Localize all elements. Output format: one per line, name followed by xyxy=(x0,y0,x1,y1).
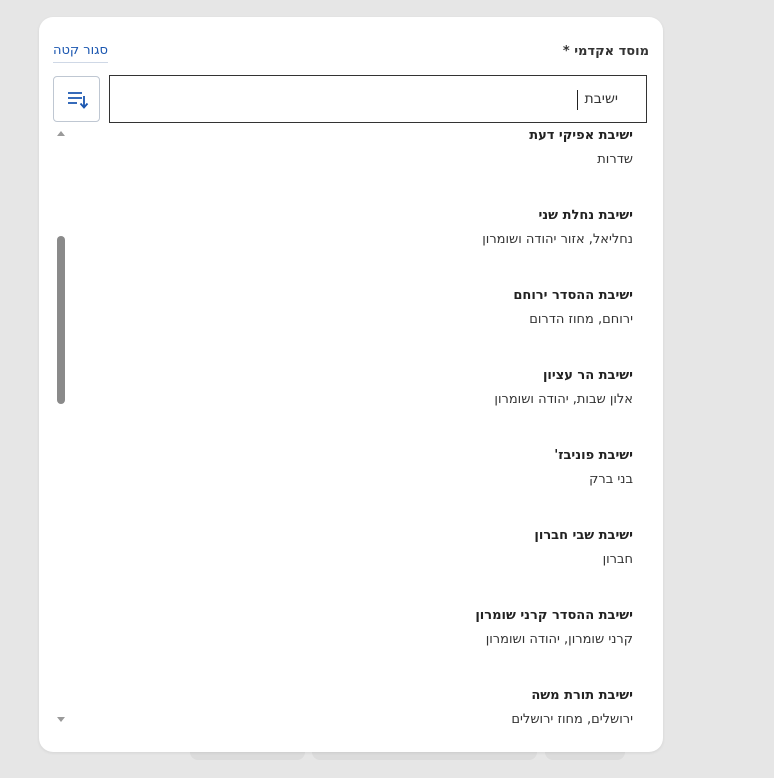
item-location: בני ברק xyxy=(589,472,633,487)
item-name: ישיבת תורת משה xyxy=(531,688,633,703)
item-name: ישיבת ההסדר ירוחם xyxy=(513,288,633,303)
list-item[interactable]: ישיבת תורת משה ירושלים, מחוז ירושלים xyxy=(109,689,633,739)
search-field[interactable] xyxy=(109,75,647,123)
list-item[interactable]: ישיבת נחלת שני נחליאל, אזור יהודה ושומרו… xyxy=(109,209,633,289)
item-name: ישיבת הר עציון xyxy=(542,368,633,383)
list-item[interactable]: ישיבת אפיקי דעת שדרות xyxy=(109,129,633,209)
list-item[interactable]: ישיבת פוניבז' בני ברק xyxy=(109,449,633,529)
list-item[interactable]: ישיבת שבי חברון חברון xyxy=(109,529,633,609)
item-name: ישיבת פוניבז' xyxy=(554,448,633,463)
close-link[interactable]: סגור קטה xyxy=(53,43,108,63)
list-item[interactable]: ישיבת ההסדר קרני שומרון קרני שומרון, יהו… xyxy=(109,609,633,689)
scrollbar[interactable] xyxy=(56,129,66,724)
sort-button[interactable] xyxy=(53,76,100,122)
item-location: נחליאל, אזור יהודה ושומרון xyxy=(482,232,633,247)
sort-list-icon xyxy=(65,87,89,111)
institution-picker-sheet: מוסד אקדמי * סגור קטה ישיבת אפיקי דעת xyxy=(39,17,663,752)
item-name: ישיבת שבי חברון xyxy=(534,528,633,543)
scroll-up-arrow-icon[interactable] xyxy=(56,129,66,137)
item-name: ישיבת אפיקי דעת xyxy=(529,129,633,143)
item-location: שדרות xyxy=(597,152,633,167)
search-input[interactable] xyxy=(218,88,618,110)
item-location: חברון xyxy=(602,552,633,567)
item-location: ירושלים, מחוז ירושלים xyxy=(511,712,633,727)
scroll-thumb[interactable] xyxy=(57,236,65,404)
text-caret xyxy=(577,90,578,110)
scroll-down-arrow-icon[interactable] xyxy=(56,716,66,724)
results-list: ישיבת אפיקי דעת שדרות ישיבת נחלת שני נחל… xyxy=(109,129,633,739)
list-item[interactable]: ישיבת ההסדר ירוחם ירוחם, מחוז הדרום xyxy=(109,289,633,369)
list-item[interactable]: ישיבת הר עציון אלון שבות, יהודה ושומרון xyxy=(109,369,633,449)
item-location: קרני שומרון, יהודה ושומרון xyxy=(485,632,633,647)
field-label: מוסד אקדמי * xyxy=(562,44,649,59)
item-location: אלון שבות, יהודה ושומרון xyxy=(494,392,633,407)
item-name: ישיבת ההסדר קרני שומרון xyxy=(475,608,633,623)
item-name: ישיבת נחלת שני xyxy=(538,208,633,223)
item-location: ירוחם, מחוז הדרום xyxy=(529,312,633,327)
